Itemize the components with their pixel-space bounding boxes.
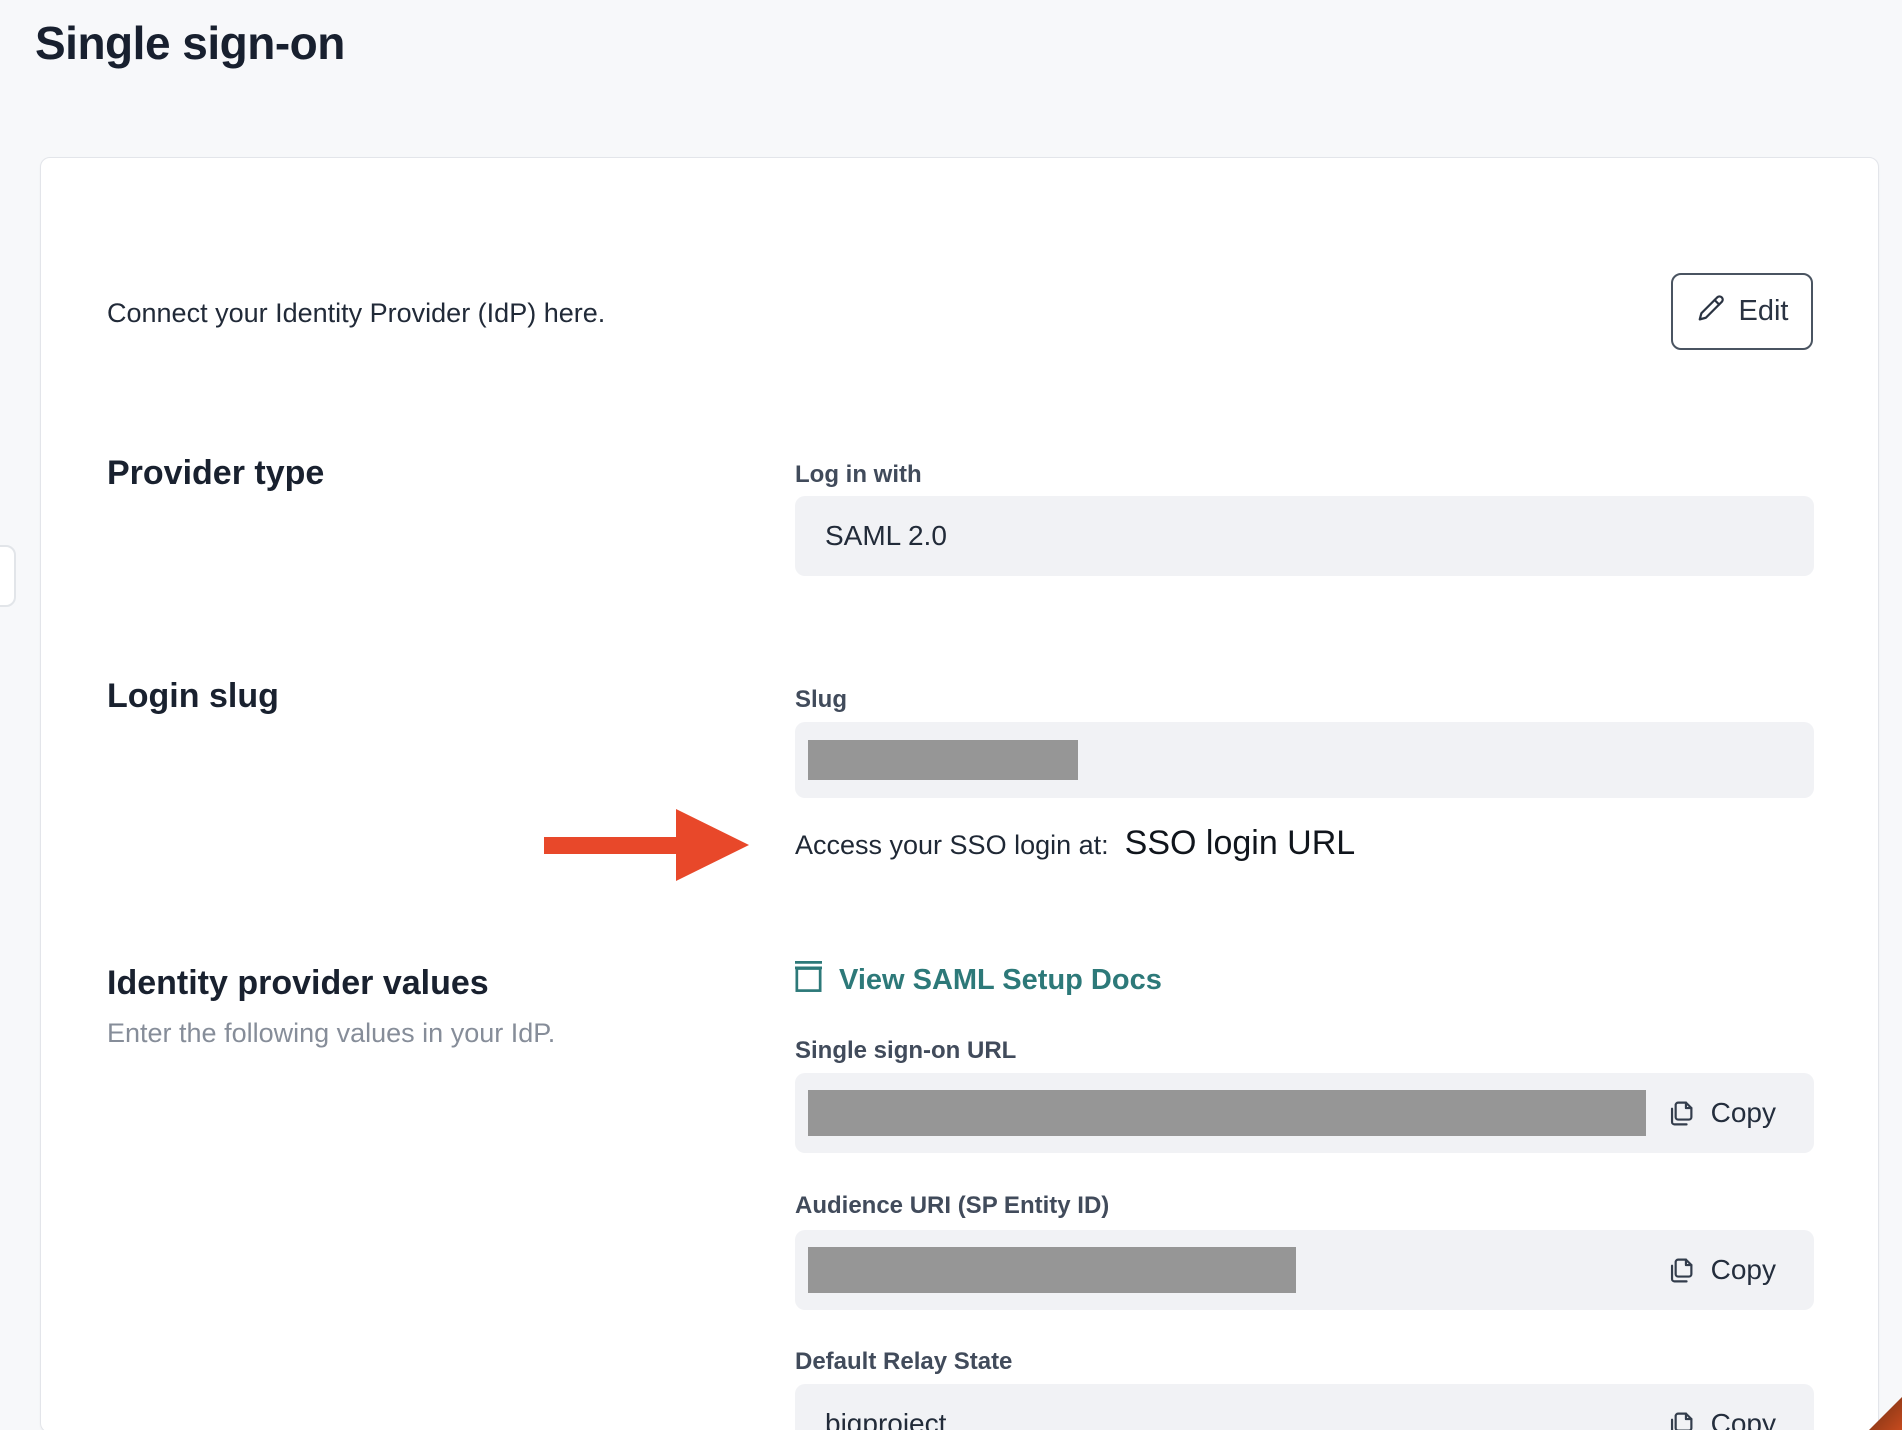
pencil-icon <box>1696 293 1726 331</box>
sso-url-label: Single sign-on URL <box>795 1037 1016 1065</box>
copy-button-sso-url[interactable]: Copy <box>1666 1097 1776 1129</box>
audience-uri-label: Audience URI (SP Entity ID) <box>795 1192 1109 1220</box>
log-in-with-label: Log in with <box>795 461 922 489</box>
page-title: Single sign-on <box>35 16 345 70</box>
journal-docs-icon <box>795 960 822 1001</box>
slug-field <box>795 722 1814 798</box>
redacted-audience-uri-value <box>808 1247 1296 1293</box>
idp-values-subheading: Enter the following values in your IdP. <box>107 1018 555 1049</box>
provider-type-heading: Provider type <box>107 454 324 493</box>
copy-label: Copy <box>1711 1408 1776 1430</box>
copy-button-default-relay-state[interactable]: Copy <box>1666 1408 1776 1430</box>
sso-login-access-line: Access your SSO login at: SSO login URL <box>795 824 1355 863</box>
provider-type-field: SAML 2.0 <box>795 496 1814 576</box>
redacted-slug-value <box>808 740 1078 780</box>
provider-type-value: SAML 2.0 <box>825 520 947 552</box>
redacted-sso-url-value <box>808 1090 1646 1136</box>
copy-label: Copy <box>1711 1254 1776 1286</box>
access-prefix: Access your SSO login at: <box>795 830 1109 861</box>
copy-label: Copy <box>1711 1097 1776 1129</box>
sso-settings-card: Connect your Identity Provider (IdP) her… <box>40 157 1879 1430</box>
red-arrow-annotation <box>544 808 750 882</box>
left-edge-handle[interactable] <box>0 545 16 607</box>
intro-text: Connect your Identity Provider (IdP) her… <box>107 298 605 329</box>
default-relay-state-value: bigproject <box>825 1408 946 1430</box>
docs-link-label: View SAML Setup Docs <box>839 964 1162 997</box>
slug-label: Slug <box>795 686 847 714</box>
view-saml-setup-docs-link[interactable]: View SAML Setup Docs <box>795 960 1162 1001</box>
sso-login-url-value: SSO login URL <box>1125 824 1356 863</box>
audience-uri-field: Copy <box>795 1230 1814 1310</box>
copy-icon <box>1666 1410 1695 1430</box>
copy-icon <box>1666 1256 1695 1285</box>
corner-artifact <box>1866 1394 1902 1430</box>
edit-button[interactable]: Edit <box>1671 273 1813 350</box>
default-relay-state-label: Default Relay State <box>795 1348 1012 1376</box>
idp-values-heading: Identity provider values <box>107 964 489 1003</box>
sso-settings-page: Single sign-on Connect your Identity Pro… <box>0 0 1902 1430</box>
copy-icon <box>1666 1099 1695 1128</box>
copy-button-audience-uri[interactable]: Copy <box>1666 1254 1776 1286</box>
sso-url-field: Copy <box>795 1073 1814 1153</box>
login-slug-heading: Login slug <box>107 677 279 716</box>
edit-button-label: Edit <box>1739 295 1789 328</box>
default-relay-state-field: bigproject Copy <box>795 1384 1814 1430</box>
